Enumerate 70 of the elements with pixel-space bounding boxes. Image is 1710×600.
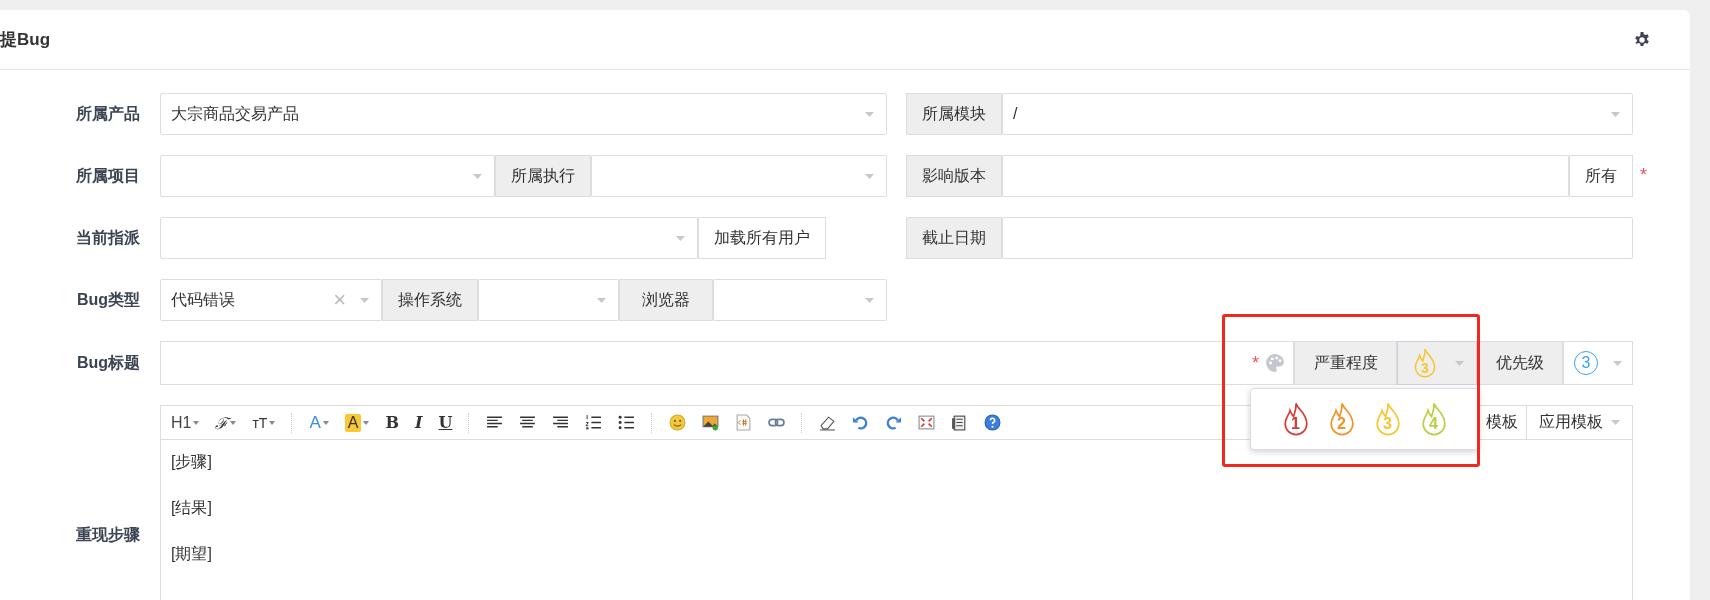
field-label: Bug标题 (75, 352, 140, 373)
smiley-icon[interactable] (669, 414, 687, 431)
input-field[interactable] (1002, 217, 1633, 259)
settings-icon[interactable] (1634, 31, 1650, 48)
field-label: 重现步骤 (75, 525, 140, 545)
code-icon[interactable] (735, 414, 753, 431)
field-label: 当前指派 (75, 227, 140, 248)
redo-icon[interactable] (885, 414, 903, 431)
required-mark: * (1640, 165, 1647, 186)
severity-number: 4 (1428, 415, 1439, 433)
select-value: 代码错误 (171, 289, 236, 310)
panel-title: 提Bug (0, 29, 51, 51)
input-addon: 所属执行 (495, 155, 591, 197)
field-label: 所属项目 (75, 165, 140, 186)
editor-text: [结果] (171, 498, 213, 518)
input-addon: 操作系统 (382, 279, 478, 321)
caret-icon (1455, 360, 1464, 366)
load-users-button[interactable]: 加载所有用户 (698, 217, 826, 259)
input-addon: 所属模块 (906, 93, 1002, 135)
caret-icon (865, 173, 874, 179)
title-input[interactable]: * (160, 341, 1294, 385)
select-value: / (1013, 105, 1019, 123)
caret-icon (360, 297, 369, 303)
select-field[interactable]: 代码错误 × (160, 279, 382, 321)
severity-number: 3 (1420, 360, 1430, 376)
font-family-button[interactable]: ℱ (215, 411, 237, 434)
input-field[interactable] (1002, 155, 1569, 197)
caret-icon (597, 297, 606, 303)
editor-text: [期望] (171, 544, 213, 564)
severity-option[interactable]: 1 (1280, 401, 1311, 437)
severity-number: 1 (1290, 415, 1301, 433)
severity-number: 2 (1336, 415, 1347, 433)
input-addon: 截止日期 (906, 217, 1002, 259)
caret-icon (865, 111, 874, 117)
select-field[interactable] (713, 279, 887, 321)
select-field[interactable]: 大宗商品交易产品 (160, 93, 887, 135)
field-label: Bug类型 (75, 289, 140, 310)
select-field[interactable] (160, 217, 698, 259)
caret-icon (473, 173, 482, 179)
caret-icon (1611, 111, 1620, 117)
input-addon: 严重程度 (1294, 341, 1397, 385)
help-icon[interactable] (984, 414, 1002, 431)
eraser-icon[interactable] (819, 414, 837, 431)
palette-icon (1265, 353, 1285, 373)
severity-number: 3 (1382, 415, 1393, 433)
caret-icon (676, 235, 685, 241)
input-addon: 浏览器 (619, 279, 713, 321)
fullscreen-icon[interactable] (918, 414, 936, 431)
caret-icon (1613, 360, 1622, 366)
select-value: 大宗商品交易产品 (171, 103, 300, 124)
heading-button[interactable]: H1 (171, 413, 200, 432)
caret-icon (865, 297, 874, 303)
select-field[interactable] (478, 279, 619, 321)
select-field[interactable]: / (1002, 93, 1633, 135)
editor-text: [步骤] (171, 452, 213, 472)
select-field[interactable] (160, 155, 495, 197)
bullet-list-icon[interactable] (618, 414, 636, 431)
input-addon: 优先级 (1477, 341, 1563, 385)
italic-button[interactable]: I (414, 413, 423, 432)
input-addon: 影响版本 (906, 155, 1002, 197)
undo-icon[interactable] (852, 414, 870, 431)
input-addon[interactable]: 所有 (1569, 155, 1633, 197)
image-icon[interactable] (702, 414, 720, 431)
font-size-button[interactable]: ᴛT (252, 414, 276, 431)
select-field[interactable] (591, 155, 887, 197)
required-mark: * (1252, 352, 1259, 374)
field-label: 所属产品 (75, 103, 140, 124)
underline-button[interactable]: U (438, 413, 453, 432)
bold-button[interactable]: B (385, 413, 399, 432)
numbered-list-icon[interactable] (585, 414, 603, 431)
